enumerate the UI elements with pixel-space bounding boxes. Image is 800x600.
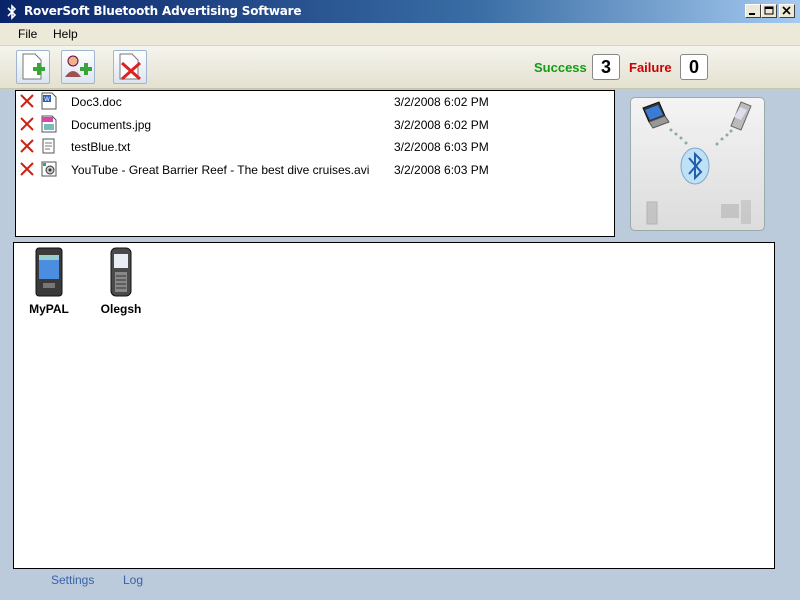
video-file-icon bbox=[41, 161, 57, 177]
failure-count: 0 bbox=[680, 54, 708, 80]
maximize-icon bbox=[764, 6, 774, 15]
toolbar: Success 3 Failure 0 bbox=[0, 46, 800, 89]
success-label: Success bbox=[534, 60, 587, 75]
text-file-icon bbox=[42, 138, 55, 154]
add-file-icon bbox=[22, 53, 45, 80]
settings-link[interactable]: Settings bbox=[51, 573, 94, 587]
delete-icon[interactable] bbox=[20, 94, 34, 108]
failure-label: Failure bbox=[629, 60, 672, 75]
add-file-button[interactable] bbox=[16, 50, 50, 84]
window-title: RoverSoft Bluetooth Advertising Software bbox=[24, 4, 302, 18]
pda-icon bbox=[35, 247, 63, 297]
file-list[interactable]: W Doc3.doc 3/2/2008 6:02 PM Documents.jp… bbox=[15, 90, 615, 237]
file-name: Documents.jpg bbox=[71, 118, 152, 132]
file-name: testBlue.txt bbox=[71, 140, 131, 154]
bluetooth-icon bbox=[680, 147, 710, 185]
add-device-button[interactable] bbox=[61, 50, 95, 84]
word-doc-icon: W bbox=[41, 92, 57, 110]
bluetooth-status-panel bbox=[630, 97, 765, 231]
image-file-icon bbox=[41, 115, 57, 133]
mobile-phone-icon bbox=[110, 247, 132, 297]
remove-icon bbox=[119, 53, 141, 81]
pda-icon bbox=[646, 201, 658, 225]
mobile-phone-icon bbox=[730, 101, 752, 131]
app-window: RoverSoft Bluetooth Advertising Software… bbox=[0, 0, 800, 600]
close-button[interactable] bbox=[779, 4, 795, 18]
maximize-button[interactable] bbox=[761, 4, 777, 18]
file-date: 3/2/2008 6:02 PM bbox=[394, 118, 489, 132]
desktop-computer-icon bbox=[721, 200, 751, 224]
file-date: 3/2/2008 6:03 PM bbox=[394, 140, 489, 154]
file-date: 3/2/2008 6:03 PM bbox=[394, 163, 489, 177]
bottom-bar: Settings Log bbox=[0, 569, 800, 600]
file-date: 3/2/2008 6:02 PM bbox=[394, 95, 489, 109]
file-name: Doc3.doc bbox=[71, 95, 122, 109]
file-row[interactable]: W Doc3.doc 3/2/2008 6:02 PM bbox=[16, 91, 614, 113]
minimize-button[interactable] bbox=[745, 4, 761, 18]
file-row[interactable]: Documents.jpg 3/2/2008 6:02 PM bbox=[16, 114, 614, 136]
close-icon bbox=[782, 6, 791, 15]
remove-file-button[interactable] bbox=[113, 50, 147, 84]
bluetooth-app-icon bbox=[7, 4, 17, 20]
file-name: YouTube - Great Barrier Reef - The best … bbox=[71, 163, 370, 177]
svg-text:W: W bbox=[44, 96, 50, 103]
minimize-icon bbox=[749, 13, 755, 15]
connection-dots bbox=[669, 128, 733, 146]
device-item[interactable]: MyPAL bbox=[19, 247, 79, 316]
menu-file[interactable]: File bbox=[18, 27, 37, 41]
title-bar[interactable]: RoverSoft Bluetooth Advertising Software bbox=[0, 0, 800, 23]
delete-icon[interactable] bbox=[20, 117, 34, 131]
delete-icon[interactable] bbox=[20, 139, 34, 153]
menu-bar: File Help bbox=[0, 23, 800, 46]
device-item[interactable]: Olegsh bbox=[91, 247, 151, 316]
add-device-icon bbox=[65, 55, 92, 77]
success-count: 3 bbox=[592, 54, 620, 80]
device-name: Olegsh bbox=[100, 302, 142, 316]
menu-help[interactable]: Help bbox=[53, 27, 78, 41]
file-row[interactable]: testBlue.txt 3/2/2008 6:03 PM bbox=[16, 136, 614, 158]
device-list[interactable]: MyPAL Olegsh bbox=[13, 242, 775, 569]
log-link[interactable]: Log bbox=[123, 573, 143, 587]
laptop-icon bbox=[642, 101, 670, 129]
device-name: MyPAL bbox=[29, 302, 69, 316]
delete-icon[interactable] bbox=[20, 162, 34, 176]
file-row[interactable]: YouTube - Great Barrier Reef - The best … bbox=[16, 159, 614, 181]
